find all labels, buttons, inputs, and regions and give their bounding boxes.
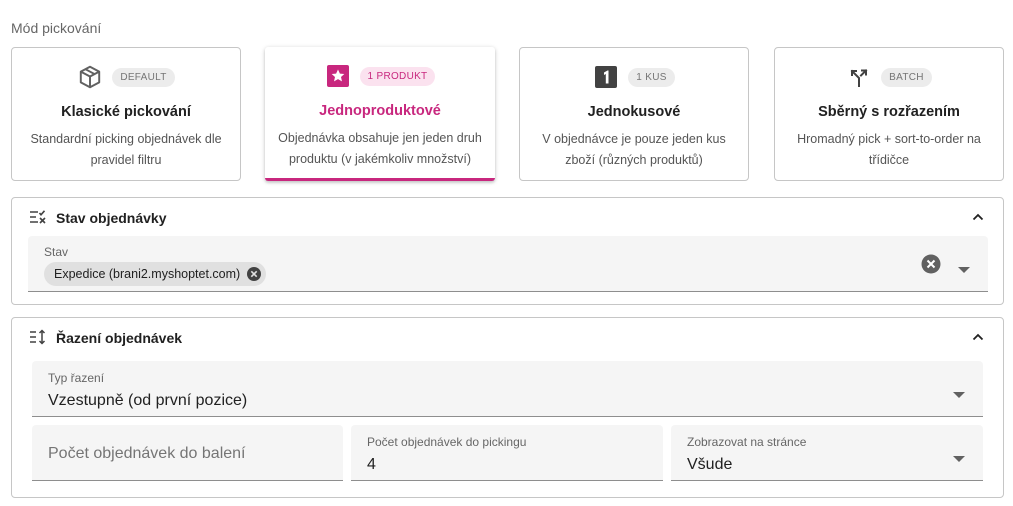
mode-card-single-piece[interactable]: 1 KUS Jednokusové V objednávce je pouze … <box>519 47 749 181</box>
mode-card-title: Jednokusové <box>587 104 681 120</box>
sort-panel: Řazení objednávek Typ řazení Vzestupně (… <box>11 317 1004 498</box>
mode-card-classic[interactable]: DEFAULT Klasické pickování Standardní pi… <box>11 47 241 181</box>
mode-card-title: Klasické pickování <box>61 104 191 120</box>
status-chip: Expedice (brani2.myshoptet.com) <box>44 262 267 286</box>
mode-card-description: Standardní picking objednávek dle pravid… <box>30 132 222 167</box>
status-select[interactable]: Stav Expedice (brani2.myshoptet.com) <box>28 236 988 292</box>
sort-icon <box>29 329 47 345</box>
pack-count-placeholder: Počet objednávek do balení <box>48 445 246 462</box>
chip-close-icon[interactable] <box>246 266 262 282</box>
status-panel-title: Stav objednávky <box>56 210 167 226</box>
status-chip-label: Expedice (brani2.myshoptet.com) <box>54 267 241 281</box>
mode-card-description: V objednávce je pouze jeden kus zboží (r… <box>542 132 726 167</box>
dropdown-arrow-icon[interactable] <box>953 450 965 462</box>
filter-check-icon <box>29 209 47 225</box>
call-split-icon <box>846 64 872 90</box>
chevron-up-icon[interactable] <box>971 330 985 344</box>
status-panel: Stav objednávky Stav Expedice (brani2.my… <box>11 197 1004 305</box>
clear-icon[interactable] <box>921 254 941 274</box>
chevron-up-icon[interactable] <box>971 210 985 224</box>
mode-card-batch[interactable]: BATCH Sběrný s rozřazením Hromadný pick … <box>774 47 1004 181</box>
mode-card-title: Sběrný s rozřazením <box>818 104 960 120</box>
picking-count-value: 4 <box>367 456 376 473</box>
dropdown-arrow-icon[interactable] <box>958 261 970 273</box>
box-icon <box>77 64 103 90</box>
star-icon <box>325 63 351 89</box>
mode-badge: 1 PRODUKT <box>359 66 436 86</box>
status-field-label: Stav <box>44 245 69 259</box>
mode-card-description: Objednávka obsahuje jen jeden druh produ… <box>278 131 482 166</box>
dropdown-arrow-icon[interactable] <box>953 386 965 398</box>
picking-count-label: Počet objednávek do pickingu <box>367 435 527 449</box>
mode-section-label: Mód pickování <box>11 20 102 36</box>
pack-count-input[interactable]: Počet objednávek do balení <box>32 425 343 481</box>
sort-panel-header[interactable]: Řazení objednávek <box>12 318 1003 356</box>
per-page-select[interactable]: Zobrazovat na stránce Všude <box>671 425 983 481</box>
sort-panel-title: Řazení objednávek <box>56 330 183 346</box>
mode-badge: BATCH <box>881 67 932 87</box>
per-page-label: Zobrazovat na stránce <box>687 435 807 449</box>
per-page-value: Všude <box>687 456 733 473</box>
mode-card-title: Jednoproduktové <box>319 103 441 119</box>
mode-card-single-product[interactable]: 1 PRODUKT Jednoproduktové Objednávka obs… <box>265 47 495 181</box>
numeric-1-icon <box>593 64 619 90</box>
sort-type-label: Typ řazení <box>48 371 105 385</box>
status-panel-header[interactable]: Stav objednávky <box>12 198 1003 236</box>
sort-type-select[interactable]: Typ řazení Vzestupně (od první pozice) <box>32 361 983 417</box>
picking-count-input[interactable]: Počet objednávek do pickingu 4 <box>351 425 663 481</box>
mode-badge: DEFAULT <box>112 67 175 87</box>
mode-badge: 1 KUS <box>628 67 675 87</box>
sort-type-value: Vzestupně (od první pozice) <box>48 392 248 409</box>
mode-card-description: Hromadný pick + sort-to-order na třídičc… <box>797 132 981 167</box>
